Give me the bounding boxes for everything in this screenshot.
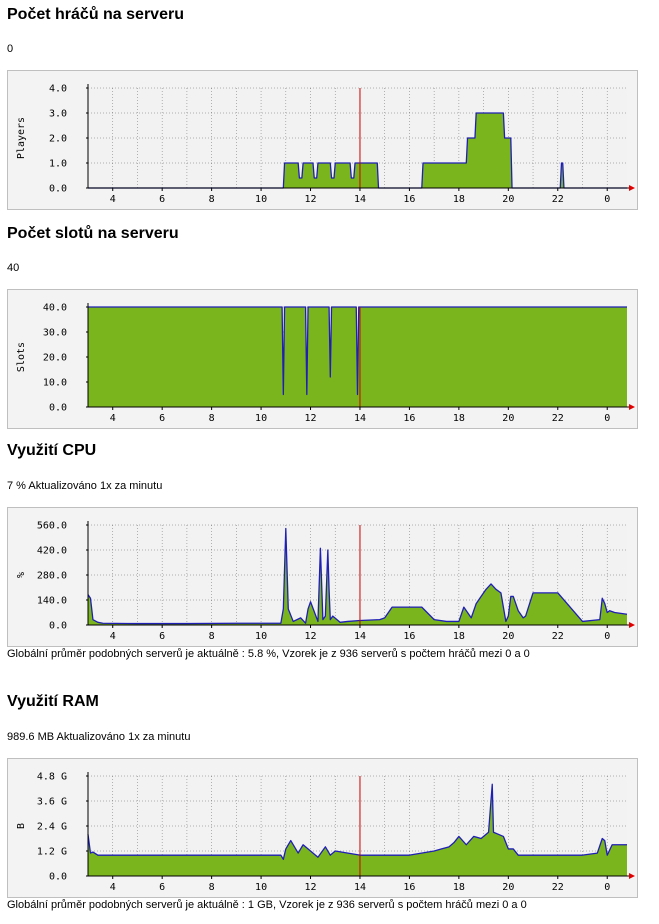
ram-x-tick-label: 18 [453, 882, 465, 893]
slots-graph: 0.010.020.030.040.0468101214161820220246… [7, 289, 638, 429]
cpu-x-tick-label: 20 [502, 631, 514, 642]
slots-x-tick-label: 18 [453, 413, 465, 424]
ram-x-tick-label: 6 [159, 882, 165, 893]
players-graph: 0.01.02.03.04.04681012141618202202468101… [7, 70, 638, 210]
ram-y-tick-label: 1.2 G [37, 847, 67, 858]
ram-x-tick-label: 10 [255, 882, 267, 893]
cpu-x-tick-label: 0 [604, 631, 610, 642]
ram-x-tick-label: 20 [502, 882, 514, 893]
cpu-y-tick-label: 560.0 [37, 521, 67, 532]
cpu-y-tick-label: 140.0 [37, 596, 67, 607]
players-x-tick-label: 8 [209, 194, 215, 205]
slots-x-tick-label: 14 [354, 413, 366, 424]
ram-y-axis-title: B [16, 823, 27, 829]
cpu-x-tick-label: 12 [304, 631, 316, 642]
cpu-x-tick-label: 14 [354, 631, 366, 642]
players-y-tick-label: 1.0 [49, 159, 67, 170]
slots-x-tick-label: 20 [502, 413, 514, 424]
slots-y-tick-label: 30.0 [43, 328, 67, 339]
slots-x-tick-label: 0 [604, 413, 610, 424]
slots-y-axis-title: Slots [16, 342, 27, 372]
players-y-axis-title: Players [16, 117, 27, 159]
ram-y-tick-label: 3.6 G [37, 797, 67, 808]
players-y-tick-label: 2.0 [49, 134, 67, 145]
cpu-chart-svg: 0.0 140.0 280.0 420.0 560.0 4 6 8 10 12 14 16 18 20 22… [7, 507, 638, 647]
slots-y-tick-label: 40.0 [43, 303, 67, 314]
players-x-tick-label: 4 [110, 194, 116, 205]
players-x-tick-label: 18 [453, 194, 465, 205]
players-x-tick-label: 22 [552, 194, 564, 205]
players-y-tick-label: 0.0 [49, 184, 67, 195]
slots-y-tick-label: 20.0 [43, 353, 67, 364]
players-x-tick-label: 6 [159, 194, 165, 205]
slots-current-value: 40 [7, 262, 20, 274]
slots-y-tick-label: 0.0 [49, 403, 67, 414]
cpu-graph: 0.0 140.0 280.0 420.0 560.0 4 6 8 10 12 14 16 18 20 22… [7, 507, 638, 647]
players-x-tick-label: 12 [304, 194, 316, 205]
cpu-y-axis-title: % [16, 572, 27, 578]
section-title-cpu: Využití CPU [7, 442, 97, 459]
slots-x-tick-label: 16 [403, 413, 415, 424]
players-x-tick-label: 20 [502, 194, 514, 205]
slots-x-tick-label: 12 [304, 413, 316, 424]
slots-x-tick-label: 4 [110, 413, 116, 424]
cpu-current-value: 7 % Aktualizováno 1x za minutu [7, 480, 163, 492]
players-x-tick-label: 10 [255, 194, 267, 205]
ram-global-average-note: Globální průměr podobných serverů je akt… [7, 899, 527, 911]
section-title-players: Počet hráčů na serveru [7, 6, 184, 23]
section-title-slots: Počet slotů na serveru [7, 225, 179, 242]
players-x-tick-label: 0 [604, 194, 610, 205]
cpu-y-tick-label: 420.0 [37, 546, 67, 557]
cpu-x-tick-label: 16 [403, 631, 415, 642]
ram-x-tick-label: 0 [604, 882, 610, 893]
ram-y-tick-label: 0.0 [49, 872, 67, 883]
ram-chart-svg: 0.0 1.2 G 2.4 G 3.6 G 4.8 G 4 6 8 10 12 14 16 18 20 22… [7, 758, 638, 898]
ram-x-tick-label: 8 [209, 882, 215, 893]
cpu-x-tick-label: 6 [159, 631, 165, 642]
players-x-tick-label: 16 [403, 194, 415, 205]
ram-x-tick-label: 14 [354, 882, 366, 893]
section-title-ram: Využití RAM [7, 693, 99, 710]
players-chart-svg: 0.01.02.03.04.04681012141618202202468101… [7, 70, 638, 210]
players-y-tick-label: 4.0 [49, 84, 67, 95]
slots-chart-svg: 0.010.020.030.040.0468101214161820220246… [7, 289, 638, 429]
slots-x-tick-label: 6 [159, 413, 165, 424]
slots-x-tick-label: 8 [209, 413, 215, 424]
ram-x-tick-label: 16 [403, 882, 415, 893]
slots-x-tick-label: 22 [552, 413, 564, 424]
ram-y-tick-label: 2.4 G [37, 822, 67, 833]
ram-y-tick-label: 4.8 G [37, 772, 67, 783]
players-current-value: 0 [7, 43, 14, 55]
ram-current-value: 989.6 MB Aktualizováno 1x za minutu [7, 731, 191, 743]
cpu-x-tick-label: 22 [552, 631, 564, 642]
slots-x-tick-label: 10 [255, 413, 267, 424]
cpu-global-average-note: Globální průměr podobných serverů je akt… [7, 648, 530, 660]
cpu-x-tick-label: 4 [110, 631, 116, 642]
cpu-x-tick-label: 8 [209, 631, 215, 642]
cpu-y-tick-label: 0.0 [49, 621, 67, 632]
ram-x-tick-label: 22 [552, 882, 564, 893]
ram-x-tick-label: 12 [304, 882, 316, 893]
cpu-x-tick-label: 10 [255, 631, 267, 642]
cpu-y-tick-label: 280.0 [37, 571, 67, 582]
ram-x-tick-label: 4 [110, 882, 116, 893]
cpu-x-tick-label: 18 [453, 631, 465, 642]
ram-graph: 0.0 1.2 G 2.4 G 3.6 G 4.8 G 4 6 8 10 12 14 16 18 20 22… [7, 758, 638, 898]
players-y-tick-label: 3.0 [49, 109, 67, 120]
slots-y-tick-label: 10.0 [43, 378, 67, 389]
players-x-tick-label: 14 [354, 194, 366, 205]
